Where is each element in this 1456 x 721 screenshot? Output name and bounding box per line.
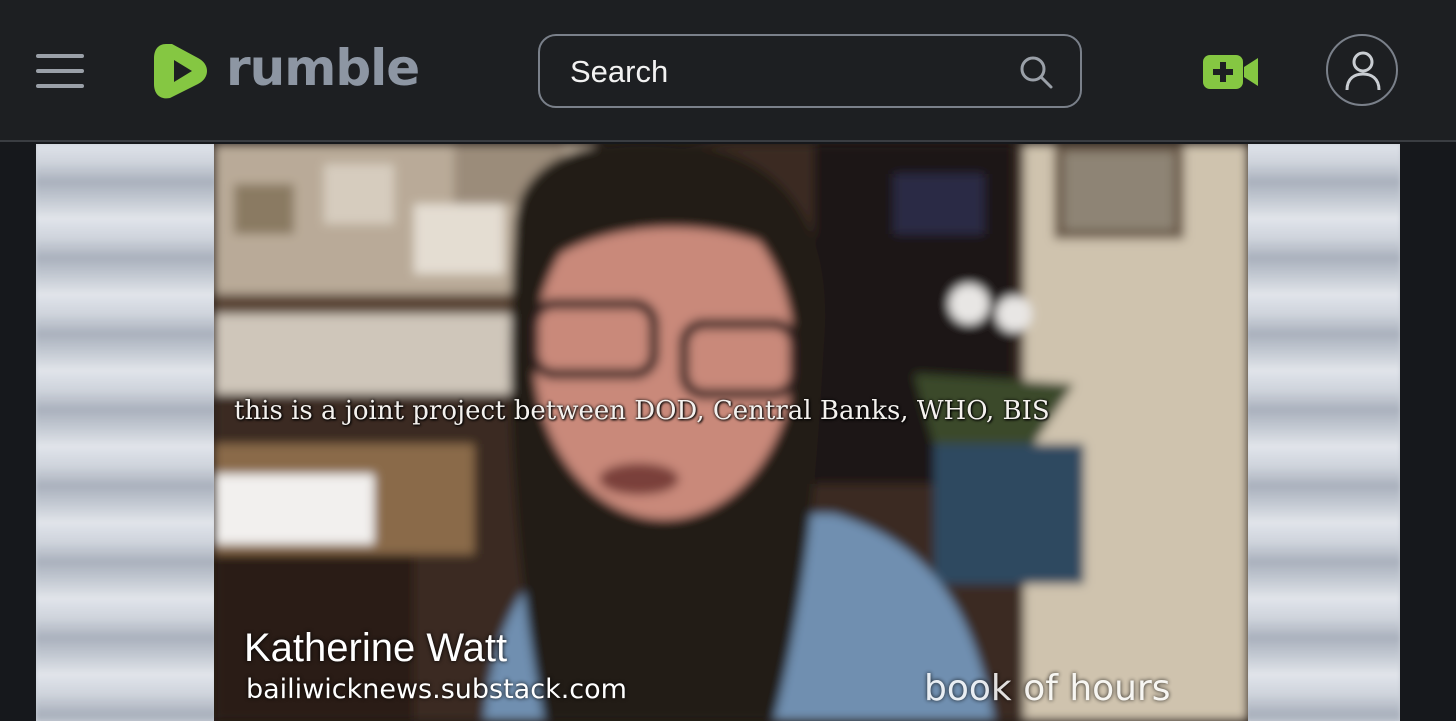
search-icon[interactable] bbox=[1018, 54, 1054, 90]
hamburger-line bbox=[36, 69, 84, 73]
rumble-logo[interactable]: rumble bbox=[152, 38, 420, 104]
video-player[interactable]: this is a joint project between DOD, Cen… bbox=[36, 144, 1400, 721]
video-caption: this is a joint project between DOD, Cen… bbox=[234, 396, 1050, 426]
hamburger-menu-button[interactable] bbox=[34, 50, 86, 92]
hamburger-line bbox=[36, 84, 84, 88]
hamburger-menu-icon bbox=[36, 54, 84, 58]
account-button[interactable] bbox=[1326, 34, 1398, 106]
blurred-side-background bbox=[1246, 144, 1400, 721]
video-frame[interactable]: this is a joint project between DOD, Cen… bbox=[214, 144, 1248, 721]
top-navigation-bar: rumble bbox=[0, 0, 1456, 142]
video-watermark: book of hours bbox=[924, 668, 1171, 709]
search-box[interactable] bbox=[538, 34, 1082, 108]
video-camera-plus-icon bbox=[1203, 55, 1258, 89]
logo-wordmark: rumble bbox=[226, 39, 420, 97]
search-input[interactable] bbox=[568, 50, 992, 94]
rumble-play-logo-icon bbox=[154, 44, 207, 99]
upload-video-button[interactable] bbox=[1202, 53, 1260, 91]
blurred-side-background bbox=[36, 144, 216, 721]
lower-third-url: bailiwicknews.substack.com bbox=[246, 674, 627, 705]
user-icon bbox=[1345, 51, 1381, 91]
lower-third-name: Katherine Watt bbox=[244, 626, 508, 670]
